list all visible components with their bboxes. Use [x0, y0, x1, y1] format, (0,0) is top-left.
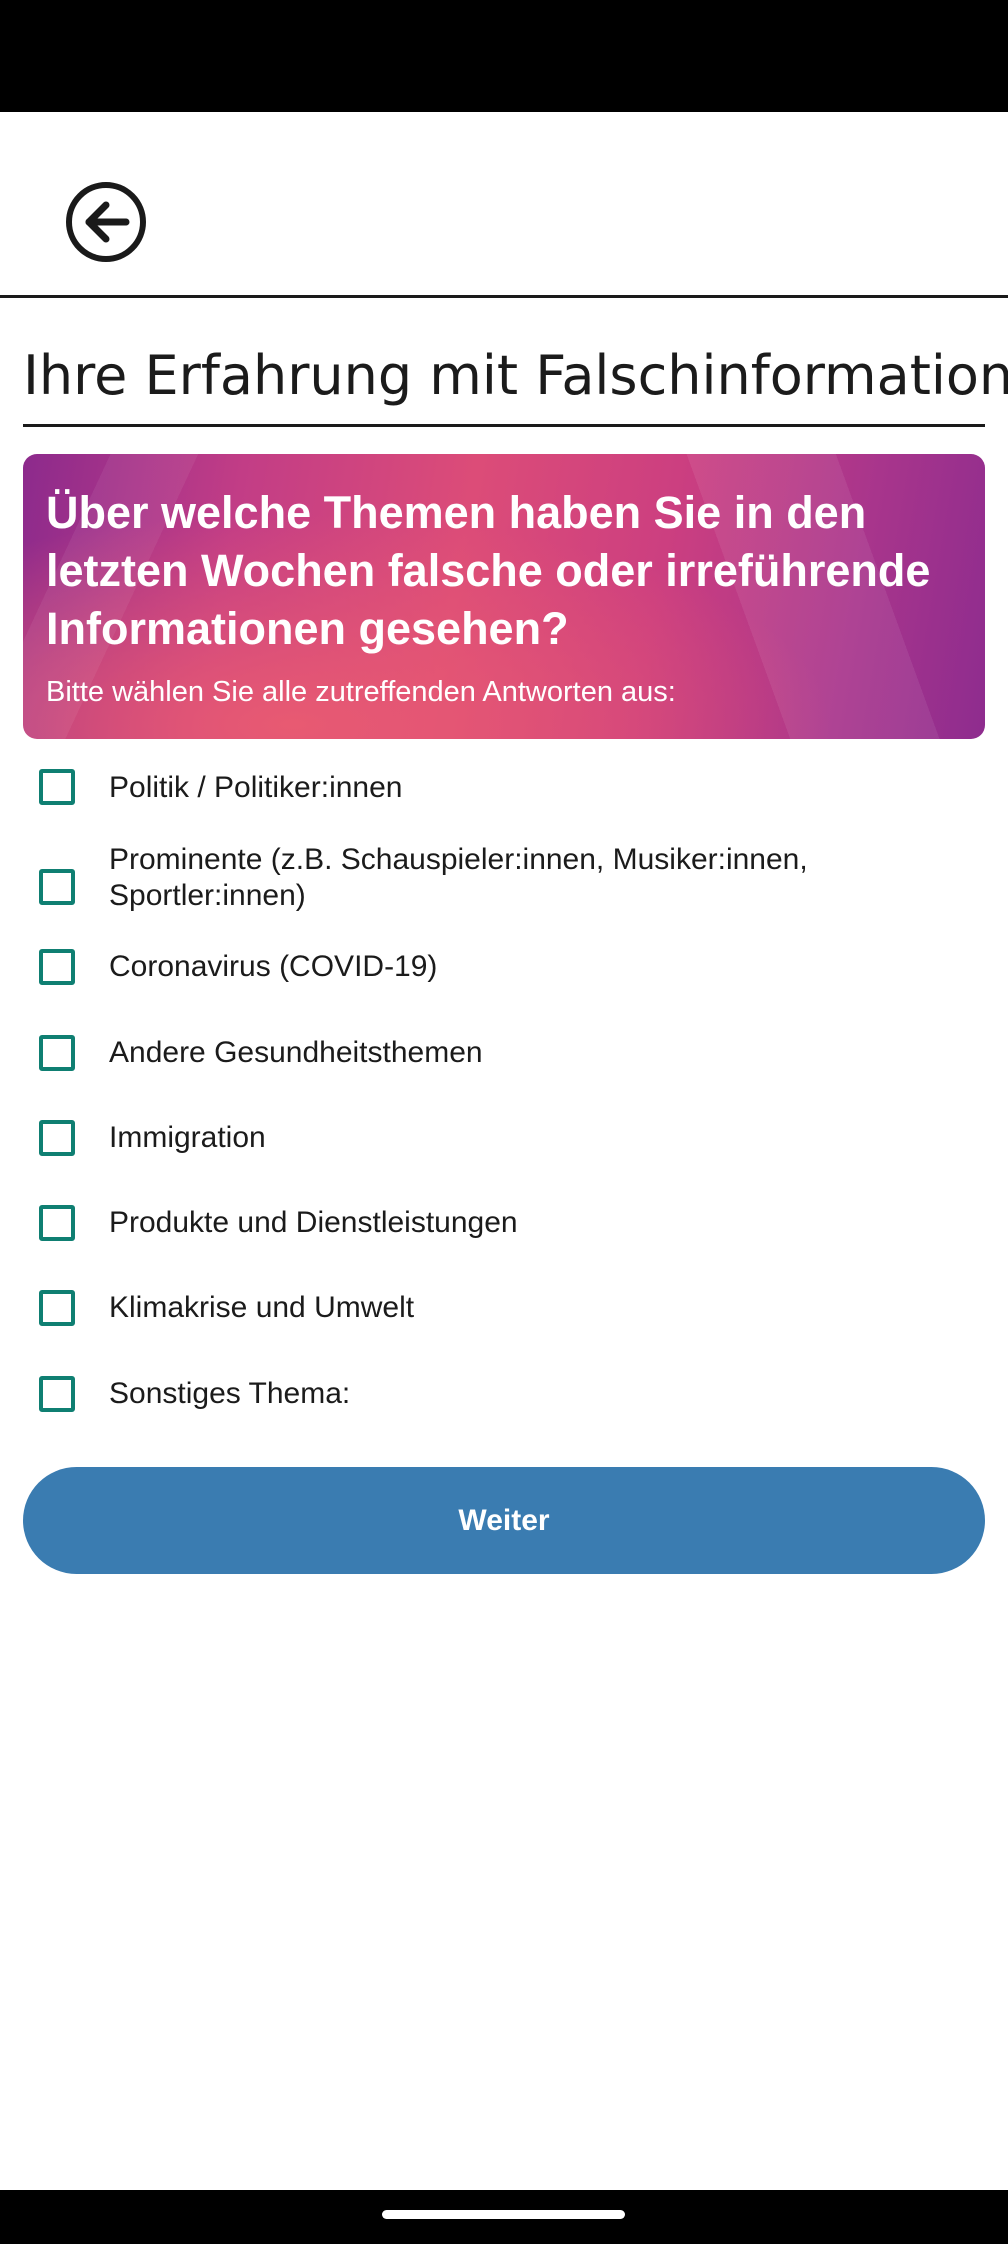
question-hint: Bitte wählen Sie alle zutreffenden Antwo…	[46, 676, 676, 708]
option-label: Immigration	[109, 1121, 266, 1154]
checkbox[interactable]	[39, 1376, 75, 1412]
option-label: Coronavirus (COVID-19)	[109, 950, 438, 983]
checkbox[interactable]	[39, 1290, 75, 1326]
option-coronavirus[interactable]: Coronavirus (COVID-19)	[23, 932, 985, 1018]
app-bar	[0, 112, 1008, 298]
checkbox[interactable]	[39, 1035, 75, 1071]
checkbox[interactable]	[39, 949, 75, 985]
option-gesundheit[interactable]: Andere Gesundheitsthemen	[23, 1018, 985, 1104]
navigation-bar	[0, 2190, 1008, 2244]
option-label: Andere Gesundheitsthemen	[109, 1036, 483, 1069]
question-text: Über welche Themen haben Sie in den letz…	[46, 487, 931, 654]
arrow-left-circle-icon	[66, 182, 146, 262]
checkbox[interactable]	[39, 769, 75, 805]
option-label: Prominente (z.B. Schauspieler:innen, Mus…	[109, 843, 808, 912]
home-indicator[interactable]	[382, 2210, 625, 2219]
option-klima[interactable]: Klimakrise und Umwelt	[23, 1276, 985, 1362]
option-label: Sonstiges Thema:	[109, 1377, 351, 1410]
next-button[interactable]: Weiter	[23, 1467, 985, 1574]
option-label: Produkte und Dienstleistungen	[109, 1206, 518, 1239]
option-label: Politik / Politiker:innen	[109, 771, 403, 804]
checkbox[interactable]	[39, 1205, 75, 1241]
option-label: Klimakrise und Umwelt	[109, 1291, 415, 1324]
option-immigration[interactable]: Immigration	[23, 1104, 985, 1190]
checkbox[interactable]	[39, 1120, 75, 1156]
checkbox[interactable]	[39, 869, 75, 905]
option-sonstiges[interactable]: Sonstiges Thema:	[23, 1362, 985, 1448]
back-button[interactable]	[64, 180, 148, 264]
option-produkte[interactable]: Produkte und Dienstleistungen	[23, 1190, 985, 1276]
question-banner: Über welche Themen haben Sie in den letz…	[23, 454, 985, 739]
page-title: Ihre Erfahrung mit Falschinformation	[23, 336, 1008, 427]
option-prominente[interactable]: Prominente (z.B. Schauspieler:innen, Mus…	[23, 832, 985, 932]
option-politik[interactable]: Politik / Politiker:innen	[23, 742, 985, 832]
status-bar	[0, 0, 1008, 112]
